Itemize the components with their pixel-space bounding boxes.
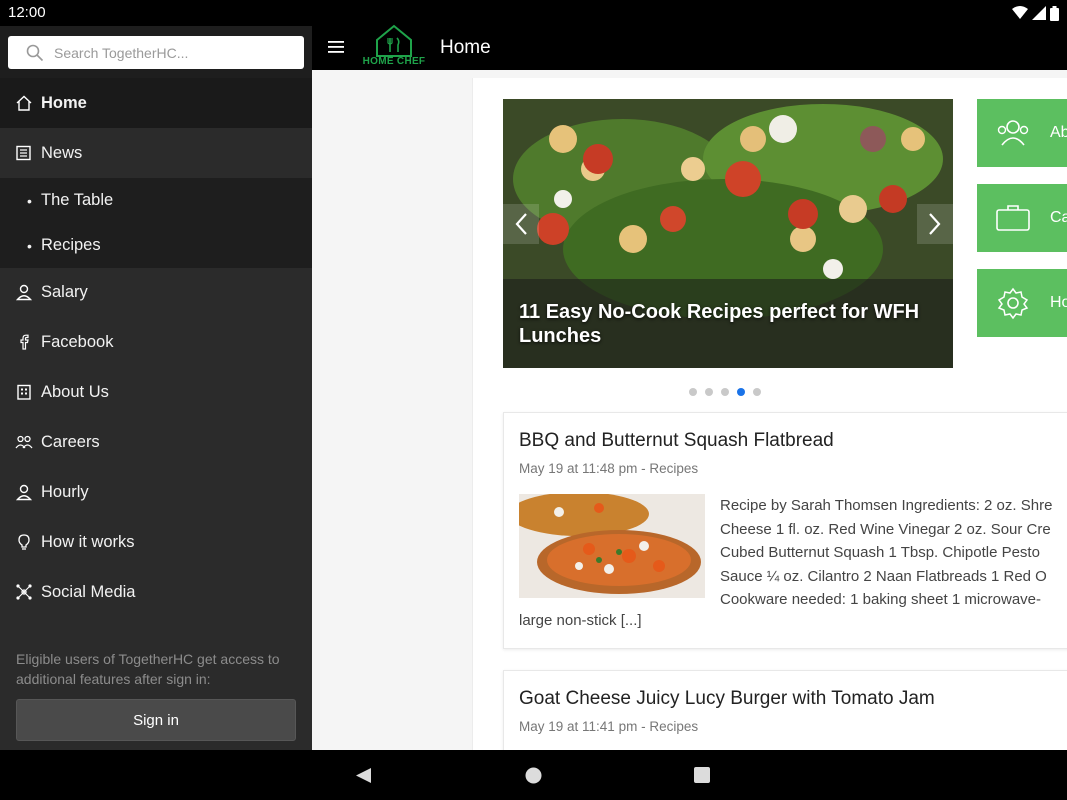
carousel-indicators [689, 388, 761, 396]
sidebar-item-how-it-works[interactable]: How it works [0, 517, 312, 567]
signin-note: Eligible users of TogetherHC get access … [16, 651, 280, 687]
sidebar-item-label: About Us [41, 382, 109, 401]
quick-action-label: Ca [1050, 209, 1067, 226]
logo-text: HOME CHEF [362, 56, 426, 67]
home-chef-logo: HOME CHEF [361, 18, 427, 67]
share-network-icon [16, 584, 32, 600]
search-icon [26, 44, 44, 61]
carousel-next-button[interactable] [917, 204, 953, 244]
sidebar-item-label: Careers [41, 432, 100, 451]
post-meta: May 19 at 11:48 pm - Recipes [519, 461, 699, 476]
home-button-icon[interactable] [525, 767, 542, 784]
post-excerpt: Recipe by Sarah Thomsen Ingredients: 2 o… [720, 494, 1067, 612]
sidebar-item-label: Salary [41, 282, 88, 301]
people-icon [997, 120, 1029, 146]
status-time: 12:00 [8, 4, 46, 21]
person-icon [15, 284, 33, 301]
excerpt-line: Cheese 1 fl. oz. Red Wine Vinegar 2 oz. … [720, 520, 1051, 538]
gear-icon [997, 287, 1029, 320]
post-title[interactable]: Goat Cheese Juicy Lucy Burger with Tomat… [519, 688, 935, 710]
sidebar-item-label: Facebook [41, 332, 114, 351]
chevron-left-icon [515, 213, 527, 235]
post-title[interactable]: BBQ and Butternut Squash Flatbread [519, 430, 834, 452]
sidebar-item-the-table[interactable]: • The Table [0, 178, 312, 223]
excerpt-line: Recipe by Sarah Thomsen Ingredients: 2 o… [720, 497, 1053, 514]
hamburger-menu-icon[interactable] [328, 40, 344, 54]
back-icon[interactable] [355, 767, 372, 784]
sidebar-item-hourly[interactable]: Hourly [0, 467, 312, 517]
sidebar-item-label: Hourly [41, 482, 89, 501]
bullet-icon: • [27, 192, 32, 209]
carousel-dot[interactable] [753, 388, 761, 396]
sidebar-item-home[interactable]: Home [0, 78, 312, 128]
system-icons [1012, 5, 1059, 21]
facebook-icon [20, 334, 29, 350]
sidebar-item-label: Recipes [41, 236, 101, 254]
excerpt-line: Cookware needed: 1 baking sheet 1 microw… [720, 591, 1042, 608]
newspaper-icon [16, 145, 31, 161]
system-navigation-bar [0, 750, 1067, 800]
excerpt-tail: large non-stick [...] [519, 612, 642, 629]
sidebar-item-careers[interactable]: Careers [0, 417, 312, 467]
person-icon [15, 484, 33, 501]
quick-action-careers[interactable]: Ca [977, 184, 1067, 252]
post-card[interactable]: Goat Cheese Juicy Lucy Burger with Tomat… [503, 670, 1067, 750]
sidebar-item-label: News [41, 143, 83, 162]
team-icon [15, 435, 33, 449]
featured-carousel[interactable]: 11 Easy No-Cook Recipes perfect for WFH … [503, 99, 953, 368]
app-bar: HOME CHEF Home [312, 24, 1067, 70]
carousel-dot[interactable] [721, 388, 729, 396]
excerpt-line: Cubed Butternut Squash 1 Tbsp. Chipotle … [720, 544, 1040, 561]
sidebar-item-news[interactable]: News [0, 128, 312, 178]
flatbread-photo [519, 494, 705, 598]
sidebar-item-social-media[interactable]: Social Media [0, 567, 312, 617]
quick-action-label: Ho [1050, 294, 1067, 311]
search-input[interactable] [54, 44, 294, 61]
building-icon [17, 384, 31, 400]
recents-icon[interactable] [694, 767, 710, 783]
search-bar-container [0, 26, 312, 78]
carousel-dot[interactable] [705, 388, 713, 396]
quick-action-how-it-works[interactable]: Ho [977, 269, 1067, 337]
quick-action-about[interactable]: Ab [977, 99, 1067, 167]
lightbulb-icon [18, 534, 30, 550]
navigation-drawer: Home News • The Table • Recipes Salary F… [0, 26, 312, 750]
battery-icon [1050, 5, 1059, 21]
page-title: Home [440, 37, 491, 58]
carousel-caption[interactable]: 11 Easy No-Cook Recipes perfect for WFH … [519, 300, 933, 348]
sidebar-item-recipes[interactable]: • Recipes [0, 223, 312, 268]
main-content: 11 Easy No-Cook Recipes perfect for WFH … [312, 70, 1067, 750]
sidebar-item-facebook[interactable]: Facebook [0, 317, 312, 367]
wifi-icon [1012, 6, 1028, 19]
post-card[interactable]: BBQ and Butternut Squash Flatbread May 1… [503, 412, 1067, 649]
signal-icon [1032, 6, 1046, 20]
carousel-dot[interactable] [689, 388, 697, 396]
home-icon [16, 95, 32, 111]
sign-in-button[interactable]: Sign in [16, 699, 296, 741]
carousel-dot-active[interactable] [737, 388, 745, 396]
status-bar: 12:00 [0, 0, 1067, 26]
quick-action-label: Ab [1050, 124, 1067, 141]
bullet-icon: • [27, 237, 32, 254]
post-meta: May 19 at 11:41 pm - Recipes [519, 719, 699, 734]
sidebar-item-label: Social Media [41, 582, 136, 601]
excerpt-line: Sauce ¼ oz. Cilantro 2 Naan Flatbreads 1… [720, 567, 1047, 585]
sidebar-item-label: How it works [41, 532, 135, 551]
chevron-right-icon [929, 213, 941, 235]
sidebar-item-label: The Table [41, 191, 114, 209]
search-box[interactable] [8, 36, 304, 69]
post-thumbnail[interactable] [519, 494, 705, 598]
carousel-prev-button[interactable] [503, 204, 539, 244]
briefcase-icon [996, 205, 1030, 231]
sidebar-item-label: Home [41, 93, 87, 112]
sidebar-item-about-us[interactable]: About Us [0, 367, 312, 417]
sidebar-item-salary[interactable]: Salary [0, 267, 312, 317]
